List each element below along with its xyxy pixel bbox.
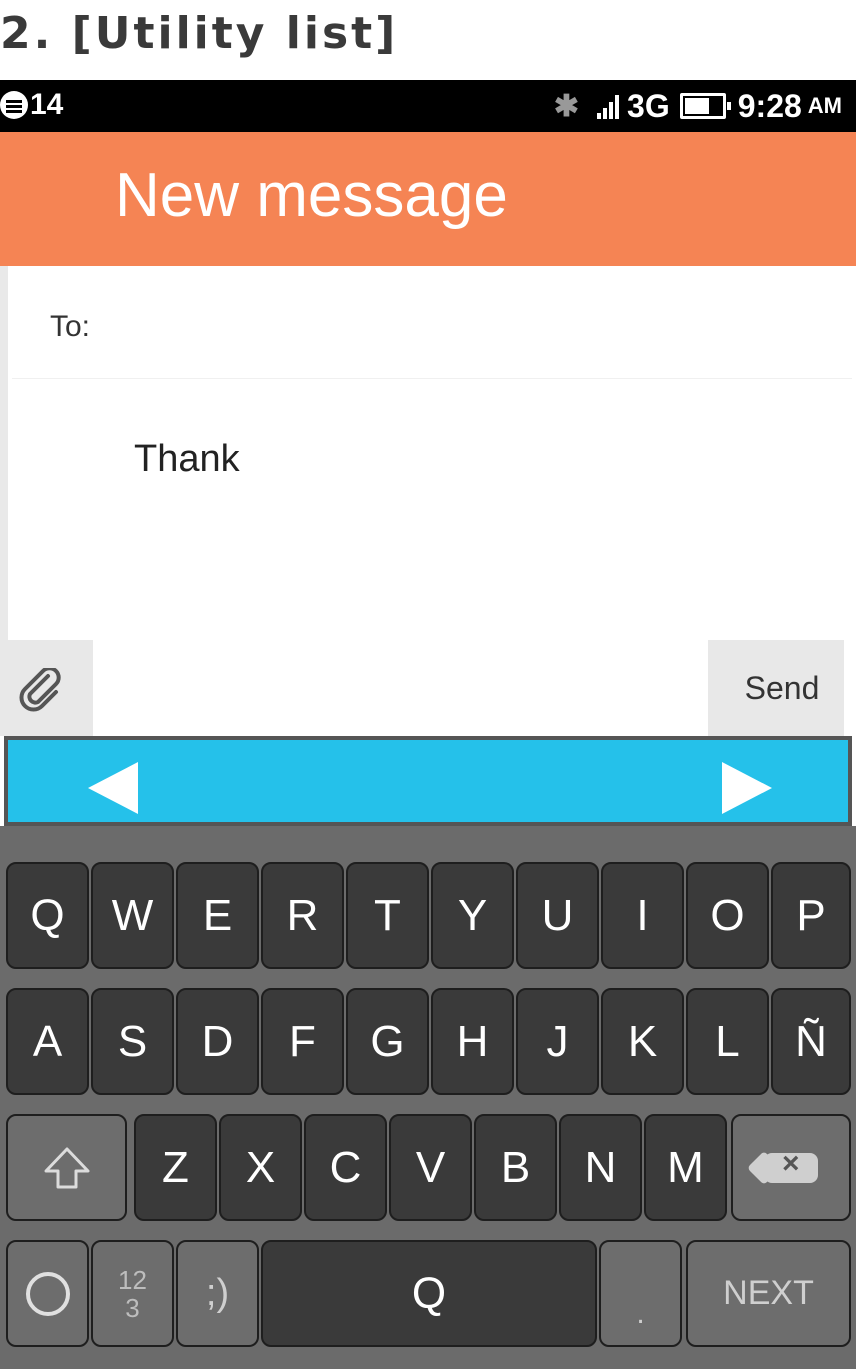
key-c[interactable]: C xyxy=(304,1114,387,1221)
key-x[interactable]: X xyxy=(219,1114,302,1221)
key-z[interactable]: Z xyxy=(134,1114,217,1221)
key-d[interactable]: D xyxy=(176,988,259,1095)
paperclip-icon xyxy=(19,668,61,712)
key-v[interactable]: V xyxy=(389,1114,472,1221)
next-key[interactable]: NEXT xyxy=(686,1240,851,1347)
notification-icon xyxy=(0,91,28,119)
key-h[interactable]: H xyxy=(431,988,514,1095)
compose-action-row: Send xyxy=(0,640,856,736)
page-title: New message xyxy=(115,161,508,230)
left-edge-divider xyxy=(0,266,8,640)
message-input[interactable]: Thank xyxy=(8,380,844,640)
key-k[interactable]: K xyxy=(601,988,684,1095)
key-b[interactable]: B xyxy=(474,1114,557,1221)
space-key[interactable]: Q xyxy=(261,1240,597,1347)
key-l[interactable]: L xyxy=(686,988,769,1095)
key-m[interactable]: M xyxy=(644,1114,727,1221)
numbers-key-bottom: 3 xyxy=(125,1292,140,1323)
attach-button[interactable] xyxy=(0,640,93,736)
backspace-key[interactable]: × xyxy=(731,1114,851,1221)
notification-area[interactable]: 14 xyxy=(0,88,63,122)
key-s[interactable]: S xyxy=(91,988,174,1095)
suggestion-bar xyxy=(4,736,852,826)
key-u[interactable]: U xyxy=(516,862,599,969)
key-g[interactable]: G xyxy=(346,988,429,1095)
numbers-key[interactable]: 12 3 xyxy=(91,1240,174,1347)
key-n-tilde[interactable]: Ñ xyxy=(771,988,851,1095)
status-indicators: ✱ 3G 9:28 AM xyxy=(554,84,842,128)
virtual-keyboard: Q W E R T Y U I O P A S D F G H J K L Ñ … xyxy=(0,826,856,1369)
network-type: 3G xyxy=(627,87,670,124)
key-p[interactable]: P xyxy=(771,862,851,969)
to-label: To: xyxy=(50,310,91,343)
clock-time: 9:28 xyxy=(737,87,802,124)
key-f[interactable]: F xyxy=(261,988,344,1095)
numbers-key-top: 12 xyxy=(118,1264,147,1295)
app-header: New message xyxy=(0,132,856,266)
shift-arrow-icon xyxy=(44,1147,89,1188)
key-r[interactable]: R xyxy=(261,862,344,969)
circle-icon xyxy=(25,1271,70,1316)
backspace-icon: × xyxy=(764,1147,818,1183)
signal-icon xyxy=(597,93,621,119)
battery-icon xyxy=(679,93,731,119)
key-e[interactable]: E xyxy=(176,862,259,969)
send-button[interactable]: Send xyxy=(708,640,844,736)
key-o[interactable]: O xyxy=(686,862,769,969)
next-arrow-icon[interactable] xyxy=(722,762,772,814)
key-a[interactable]: A xyxy=(6,988,89,1095)
period-key[interactable]: . xyxy=(599,1240,682,1347)
previous-arrow-icon[interactable] xyxy=(88,762,138,814)
shift-key[interactable] xyxy=(6,1114,127,1221)
recipient-field[interactable]: To: xyxy=(12,266,852,379)
key-i[interactable]: I xyxy=(601,862,684,969)
bluetooth-icon: ✱ xyxy=(553,89,580,123)
key-n[interactable]: N xyxy=(559,1114,642,1221)
emoji-key[interactable] xyxy=(6,1240,89,1347)
notification-count: 14 xyxy=(30,88,64,121)
key-t[interactable]: T xyxy=(346,862,429,969)
smiley-key[interactable]: ;) xyxy=(176,1240,259,1347)
key-w[interactable]: W xyxy=(91,862,174,969)
key-q[interactable]: Q xyxy=(6,862,89,969)
key-y[interactable]: Y xyxy=(431,862,514,969)
clock-ampm: AM xyxy=(807,93,842,118)
page-caption: 2. [Utility list] xyxy=(0,8,399,59)
key-j[interactable]: J xyxy=(516,988,599,1095)
message-text: Thank xyxy=(134,438,240,480)
status-bar: 14 ✱ 3G 9:28 AM xyxy=(0,80,856,132)
